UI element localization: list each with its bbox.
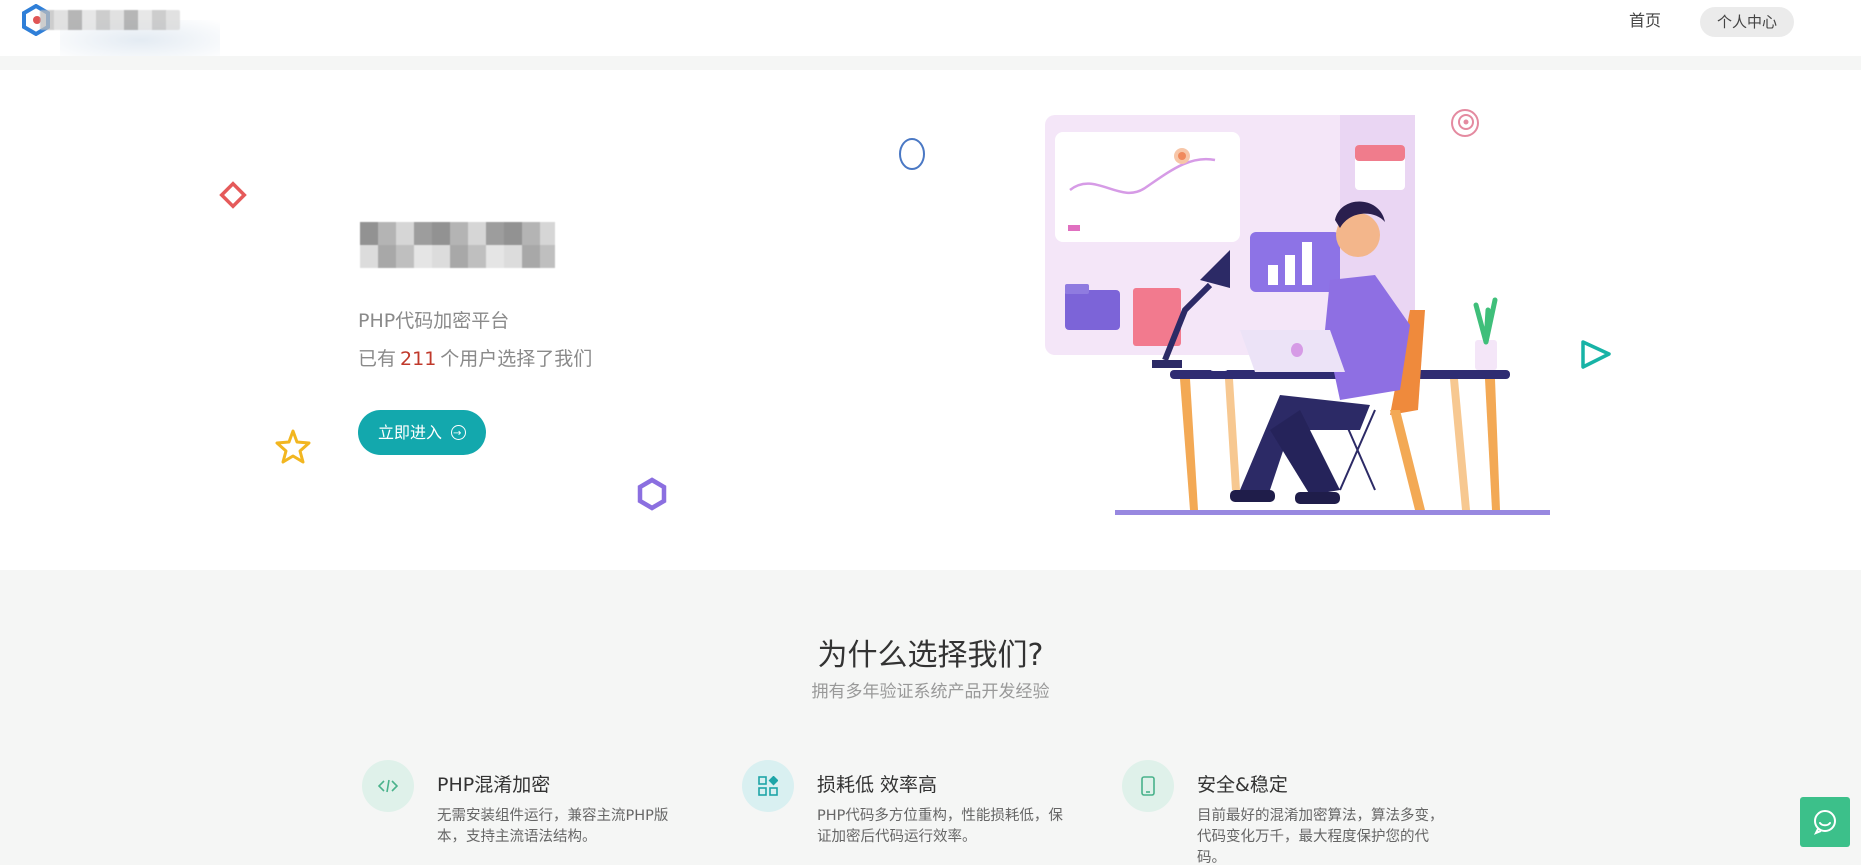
nav-home-link[interactable]: 首页 xyxy=(1615,8,1675,34)
top-header: 首页 个人中心 xyxy=(0,0,1861,60)
feature-description: 目前最好的混淆加密算法，算法多变，代码变化万千，最大程度保护您的代码。 xyxy=(1197,808,1444,865)
user-count-line: 已有 211 个用户选择了我们 xyxy=(358,344,592,371)
enter-now-label: 立即进入 xyxy=(378,423,443,442)
hexagon-shape-icon xyxy=(637,477,667,511)
feature-card: PHP混淆加密 无需安装组件运行，兼容主流PHP版本，支持主流语法结构。 xyxy=(362,760,702,865)
diamond-shape-icon xyxy=(219,181,247,209)
arrow-right-circle-icon xyxy=(451,411,466,456)
star-shape-icon xyxy=(275,429,311,464)
hero-section: PHP代码加密平台 已有 211 个用户选择了我们 立即进入 xyxy=(0,70,1861,570)
site-name-blurred xyxy=(40,10,180,30)
features-subtitle: 拥有多年验证系统产品开发经验 xyxy=(811,682,1050,702)
chat-bubble-icon xyxy=(1813,810,1836,835)
feature-title: 损耗低 效率高 xyxy=(817,774,938,796)
feature-icon-circle xyxy=(1122,760,1174,812)
hero-title-blurred xyxy=(360,222,555,268)
nav-profile-button[interactable]: 个人中心 xyxy=(1700,7,1794,37)
triangle-shape-icon xyxy=(1581,340,1611,369)
tablet-icon xyxy=(1141,776,1155,796)
user-count-value: 211 xyxy=(400,348,437,370)
grid-icon xyxy=(758,776,778,796)
feature-title: 安全&稳定 xyxy=(1197,774,1288,796)
chat-support-button[interactable] xyxy=(1800,797,1850,847)
header-divider xyxy=(0,56,1861,70)
user-count-suffix: 个用户选择了我们 xyxy=(440,348,593,370)
feature-card: 损耗低 效率高 PHP代码多方位重构，性能损耗低，保证加密后代码运行效率。 xyxy=(742,760,1082,865)
feature-icon-circle xyxy=(742,760,794,812)
user-count-prefix: 已有 xyxy=(358,348,397,370)
feature-icon-circle xyxy=(362,760,414,812)
feature-description: PHP代码多方位重构，性能损耗低，保证加密后代码运行效率。 xyxy=(817,808,1063,845)
features-section: 为什么选择我们? 拥有多年验证系统产品开发经验 PHP混淆加密 无需安装组件运行… xyxy=(0,570,1861,865)
code-icon xyxy=(378,779,398,793)
ring-shape-icon xyxy=(899,138,925,170)
feature-card: 安全&稳定 目前最好的混淆加密算法，算法多变，代码变化万千，最大程度保护您的代码… xyxy=(1122,760,1462,865)
feature-description: 无需安装组件运行，兼容主流PHP版本，支持主流语法结构。 xyxy=(437,808,669,845)
hero-illustration xyxy=(1045,115,1550,515)
features-title: 为什么选择我们? xyxy=(817,638,1044,673)
feature-title: PHP混淆加密 xyxy=(437,774,551,796)
enter-now-button[interactable]: 立即进入 xyxy=(358,410,486,456)
hero-subtitle: PHP代码加密平台 xyxy=(358,310,510,332)
